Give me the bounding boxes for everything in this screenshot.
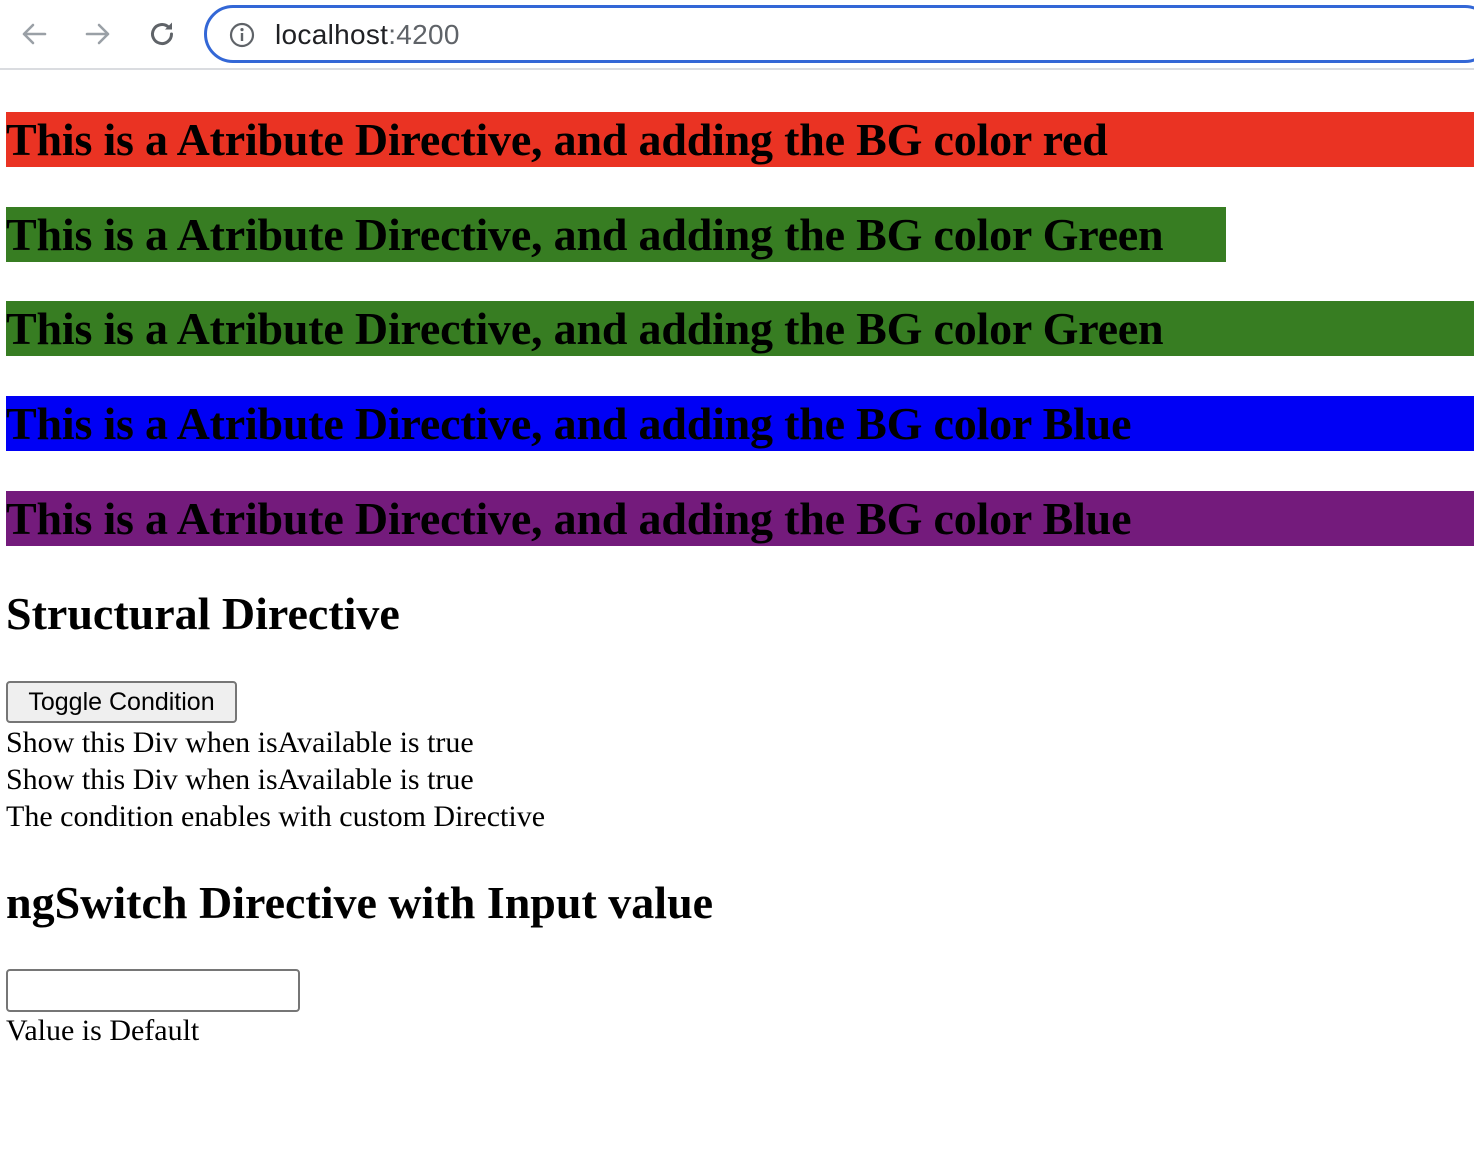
- attribute-banner-red: This is a Atribute Directive, and adding…: [6, 112, 1474, 167]
- address-bar[interactable]: localhost:4200: [204, 5, 1474, 63]
- url-port: :4200: [388, 19, 460, 50]
- attribute-banner-purple: This is a Atribute Directive, and adding…: [6, 491, 1474, 546]
- structural-directive-heading: Structural Directive: [6, 588, 400, 639]
- ngswitch-heading: ngSwitch Directive with Input value: [6, 877, 714, 928]
- toggle-condition-button[interactable]: Toggle Condition: [6, 681, 237, 723]
- url-text: localhost:4200: [275, 19, 460, 51]
- back-button[interactable]: [14, 14, 54, 54]
- attribute-banner-green-full: This is a Atribute Directive, and adding…: [6, 301, 1474, 356]
- custom-directive-text: The condition enables with custom Direct…: [6, 800, 546, 833]
- switch-result-text: Value is Default: [6, 1014, 200, 1047]
- available-text: Show this Div when isAvailable is true: [6, 726, 474, 759]
- arrow-right-icon: [85, 23, 110, 45]
- arrow-left-icon: [22, 23, 47, 45]
- url-host: localhost: [275, 19, 389, 50]
- available-text-2: Show this Div when isAvailable is true: [6, 763, 474, 796]
- attribute-banner-blue: This is a Atribute Directive, and adding…: [6, 396, 1474, 451]
- attribute-banner-green: This is a Atribute Directive, and adding…: [6, 207, 1226, 262]
- info-icon[interactable]: [229, 22, 255, 48]
- value-input[interactable]: [6, 969, 300, 1012]
- browser-toolbar: localhost:4200: [0, 0, 1474, 70]
- reload-icon: [151, 22, 174, 46]
- reload-button[interactable]: [142, 14, 182, 54]
- forward-button[interactable]: [78, 14, 118, 54]
